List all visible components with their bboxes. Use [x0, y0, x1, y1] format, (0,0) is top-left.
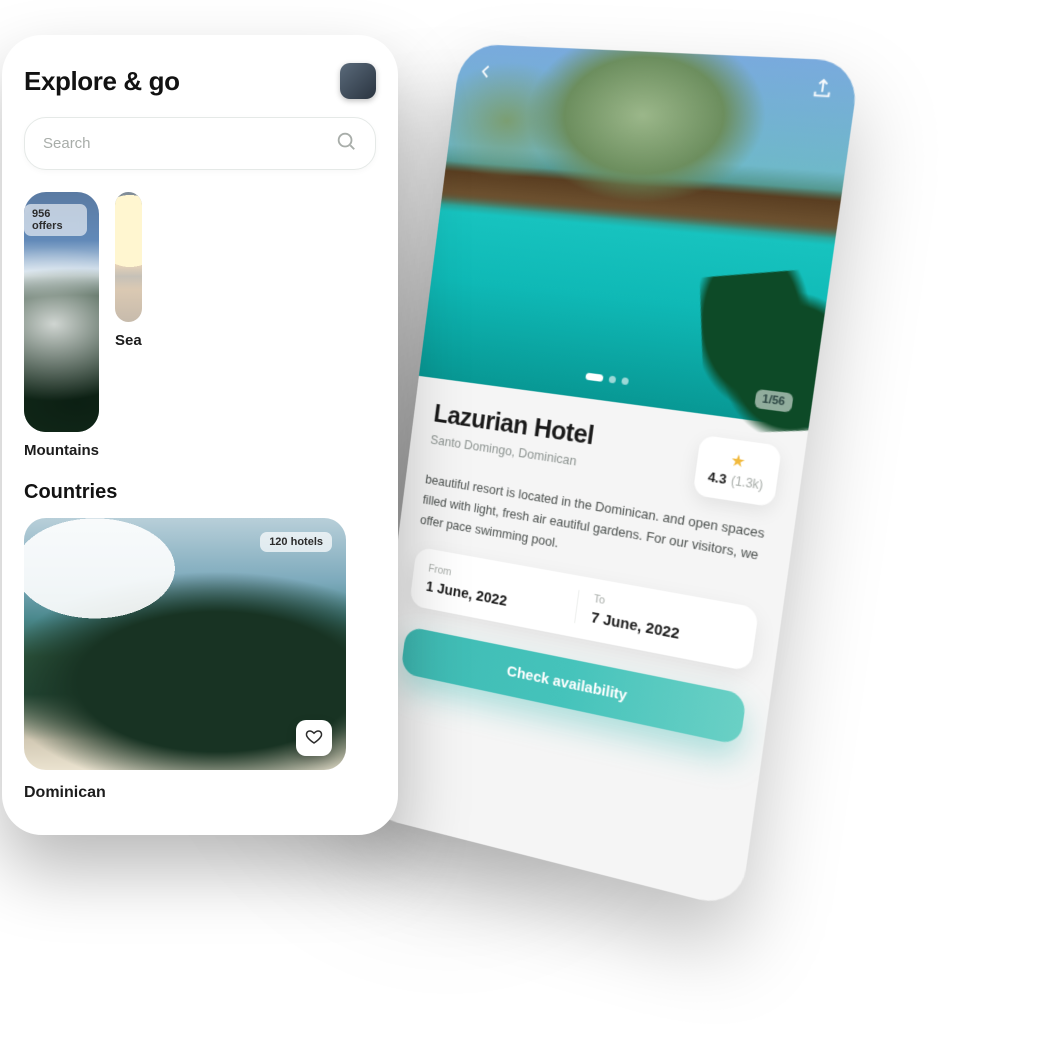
search-field[interactable] [24, 117, 376, 170]
countries-heading: Countries [24, 481, 376, 504]
back-icon[interactable] [474, 60, 498, 88]
country-label: Dominican [24, 784, 376, 802]
search-icon [335, 130, 357, 157]
rating-count: (1.3k) [730, 473, 764, 492]
date-divider [574, 590, 579, 623]
rating-value: 4.3 [707, 469, 728, 487]
carousel-dots[interactable] [585, 373, 629, 386]
hotels-badge: 120 hotels [260, 532, 332, 552]
category-label-sea: Sea [115, 332, 142, 349]
favorite-button[interactable] [296, 720, 332, 756]
offers-badge: 956 offers [24, 204, 87, 236]
category-card-sea[interactable] [115, 192, 142, 322]
heart-icon [305, 728, 323, 749]
rating-card[interactable]: ★ 4.3 (1.3k) [693, 435, 782, 508]
hero-image[interactable]: 1/56 [419, 43, 861, 428]
phone-explore: Explore & go 956 offers Mountains Sea Co… [2, 35, 398, 835]
avatar[interactable] [340, 63, 376, 99]
category-label-mountains: Mountains [24, 442, 99, 459]
country-card-dominican[interactable]: 120 hotels [24, 518, 346, 770]
page-title: Explore & go [24, 66, 180, 97]
search-input[interactable] [43, 135, 335, 152]
category-card-mountains[interactable]: 956 offers [24, 192, 99, 432]
share-icon[interactable] [808, 76, 836, 106]
